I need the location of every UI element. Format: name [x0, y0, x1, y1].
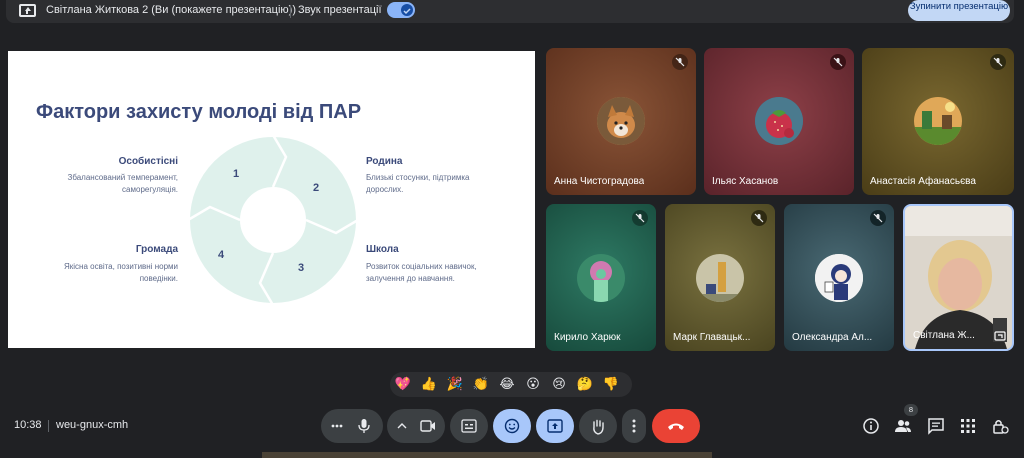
present-screen-button[interactable] — [536, 409, 574, 443]
participant-tile[interactable]: Кирило Харюк — [546, 204, 656, 351]
quadrant-4-desc: Якісна освіта, позитивні норми поведінки… — [63, 262, 178, 283]
segment-number-3: 3 — [298, 262, 305, 274]
check-icon — [403, 8, 411, 15]
mic-off-icon — [672, 54, 688, 70]
reaction-laugh[interactable]: 😂 — [498, 376, 516, 394]
more-vertical-icon — [632, 419, 636, 433]
painting-avatar — [696, 254, 744, 302]
segment-number-4: 4 — [218, 249, 225, 261]
reaction-thumbs-up[interactable]: 👍 — [420, 376, 438, 394]
participant-name: Кирило Харюк — [554, 332, 621, 343]
raise-hand-button[interactable] — [579, 409, 617, 443]
captions-button[interactable] — [450, 409, 488, 443]
quadrant-2-desc: Близькі стосунки, підтримка дорослих. — [366, 173, 470, 194]
corgi-avatar — [597, 97, 645, 145]
mic-off-icon — [751, 210, 767, 226]
self-view-tile[interactable]: Світлана Ж... — [903, 204, 1014, 351]
participant-name: Світлана Ж... — [913, 330, 975, 341]
smiley-icon — [504, 418, 520, 434]
quadrant-2-title: Родина — [366, 156, 403, 167]
reaction-clap[interactable]: 👏 — [472, 376, 490, 394]
camera-control-group — [387, 409, 445, 443]
segment-number-2: 2 — [313, 182, 320, 194]
camera-icon[interactable] — [420, 419, 436, 433]
participant-tile[interactable]: Олександра Ал... — [784, 204, 894, 351]
hang-up-icon — [668, 423, 684, 430]
window-bottom-strip — [262, 452, 712, 458]
info-icon[interactable] — [862, 417, 880, 435]
participant-name: Ільяс Хасанов — [712, 176, 779, 187]
banner-divider — [290, 5, 291, 18]
statue-avatar — [577, 254, 625, 302]
reaction-sad[interactable]: 😢 — [550, 376, 568, 394]
segment-number-1: 1 — [233, 168, 240, 180]
minecraft-avatar — [914, 97, 962, 145]
presentation-sound-label: Звук презентації — [298, 4, 382, 16]
meeting-time: 10:38 — [14, 419, 42, 431]
quadrant-3-desc: Розвиток соціальних навичок, залучення д… — [366, 262, 477, 283]
captions-icon — [461, 419, 477, 433]
host-controls-lock-icon[interactable] — [991, 417, 1009, 435]
participant-name: Анна Чистоградова — [554, 176, 645, 187]
presenting-banner: Світлана Житкова 2 (Ви (покажете презент… — [6, 0, 1014, 23]
toggle-knob — [401, 4, 413, 16]
participant-tile[interactable]: Марк Главацьк... — [665, 204, 775, 351]
presenting-label: Світлана Житкова 2 (Ви (покажете презент… — [46, 4, 296, 16]
present-screen-icon — [19, 4, 36, 17]
present-screen-icon — [547, 419, 563, 433]
reaction-heart[interactable]: 💖 — [394, 376, 412, 394]
camera-feed — [905, 206, 1012, 349]
emoji-reactions-button[interactable] — [493, 409, 531, 443]
anime-avatar — [815, 254, 863, 302]
quadrant-1-title: Особистісні — [118, 156, 178, 167]
bottombar-divider — [48, 420, 49, 432]
activities-grid-icon[interactable] — [959, 417, 977, 435]
reaction-thumbs-down[interactable]: 👎 — [602, 376, 620, 394]
mic-off-icon — [870, 210, 886, 226]
participant-name: Анастасія Афанасьєва — [870, 176, 976, 187]
quadrant-3-title: Школа — [366, 244, 399, 255]
reaction-party[interactable]: 🎉 — [446, 376, 464, 394]
hand-icon — [593, 419, 604, 435]
participant-name: Марк Главацьк... — [673, 332, 751, 343]
participant-name: Олександра Ал... — [792, 332, 873, 343]
mic-off-icon — [830, 54, 846, 70]
quadrant-1-desc: Збалансований темперамент, саморегуляція… — [67, 173, 178, 194]
slide-title: Фактори захисту молоді від ПАР — [36, 101, 362, 123]
microphone-icon[interactable] — [357, 418, 371, 434]
people-count-badge: 8 — [904, 404, 918, 416]
chat-icon[interactable] — [927, 417, 945, 435]
participant-tile[interactable]: Ільяс Хасанов — [704, 48, 854, 195]
reactions-bar: 💖 👍 🎉 👏 😂 😮 😢 🤔 👎 — [390, 372, 632, 397]
stop-presenting-button[interactable]: Зупинити презентацію — [908, 0, 1010, 21]
mic-off-icon — [632, 210, 648, 226]
mic-control-group — [321, 409, 383, 443]
strawberry-avatar — [755, 97, 803, 145]
reaction-thinking[interactable]: 🤔 — [576, 376, 594, 394]
protection-factors-ring — [188, 135, 358, 305]
meeting-code: weu-gnux-cmh — [56, 419, 129, 431]
participant-tile[interactable]: Анастасія Афанасьєва — [862, 48, 1014, 195]
people-icon[interactable] — [894, 417, 912, 435]
frame-icon[interactable] — [994, 331, 1006, 341]
mic-off-icon — [990, 54, 1006, 70]
reaction-surprised[interactable]: 😮 — [524, 376, 542, 394]
more-audio-options-icon[interactable] — [331, 424, 343, 428]
presentation-sound-toggle[interactable] — [387, 2, 415, 18]
participant-tile[interactable]: Анна Чистоградова — [546, 48, 696, 195]
presentation-slide: Фактори захисту молоді від ПАР Особистіс… — [8, 51, 535, 348]
more-options-button[interactable] — [622, 409, 646, 443]
chevron-up-icon[interactable] — [397, 422, 407, 429]
quadrant-4-title: Громада — [135, 244, 178, 255]
leave-call-button[interactable] — [652, 409, 700, 443]
